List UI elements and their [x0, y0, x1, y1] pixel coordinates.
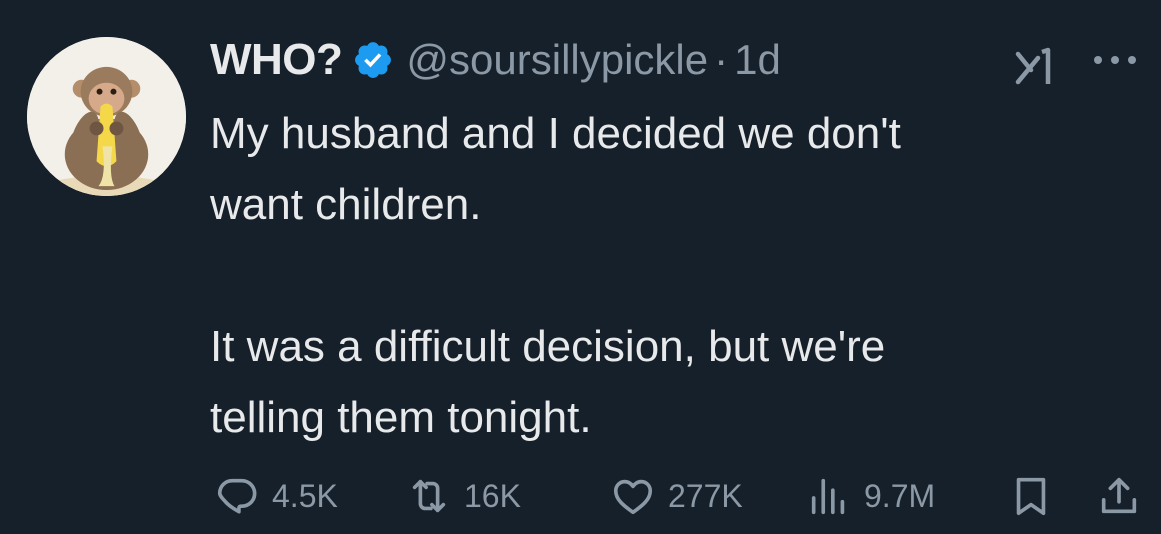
bookmark-button[interactable] [1008, 470, 1054, 522]
tweet-text-line: telling them tonight. [210, 393, 592, 442]
views-icon [811, 478, 845, 515]
views-count: 9.7M [864, 477, 936, 514]
tweet[interactable]: WHO? @soursillypickle · 1d My husband an… [0, 0, 1161, 534]
bookmark-icon [1016, 477, 1046, 516]
tweet-text-line: It was a difficult decision, but we're [210, 322, 886, 371]
timestamp[interactable]: 1d [734, 36, 781, 84]
heart-icon [613, 479, 653, 515]
reply-count: 4.5K [272, 477, 338, 514]
share-icon [1101, 477, 1137, 514]
grok-icon[interactable] [1012, 44, 1060, 88]
avatar[interactable] [27, 37, 186, 196]
repost-icon [412, 479, 446, 513]
separator-dot: · [714, 36, 729, 83]
monkey-avatar-image [27, 37, 186, 196]
tweet-text-line: My husband and I decided we don't [210, 109, 901, 158]
repost-button[interactable]: 16K [406, 470, 521, 522]
repost-count: 16K [464, 477, 521, 514]
like-count: 277K [668, 477, 743, 514]
action-bar: 4.5K 16K 277K 9.7M [210, 470, 1150, 522]
views-button[interactable]: 9.7M [806, 470, 935, 522]
tweet-text: My husband and I decided we don't want c… [210, 98, 1110, 453]
reply-button[interactable]: 4.5K [214, 470, 338, 522]
tweet-header: WHO? @soursillypickle · 1d [210, 30, 781, 90]
user-handle[interactable]: @soursillypickle [406, 36, 708, 84]
verified-badge-icon[interactable] [352, 39, 394, 81]
like-button[interactable]: 277K [610, 470, 743, 522]
share-button[interactable] [1096, 470, 1142, 522]
tweet-text-line: want children. [210, 180, 482, 229]
display-name[interactable]: WHO? [210, 35, 343, 85]
more-icon[interactable] [1090, 48, 1140, 72]
reply-icon [217, 478, 257, 514]
